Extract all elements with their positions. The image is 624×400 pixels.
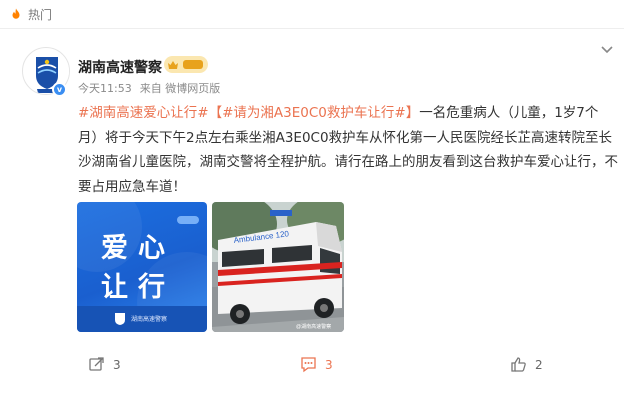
fire-icon bbox=[12, 8, 20, 19]
topic-tag[interactable]: 【#请为湘A3E0C0救护车让行#】 bbox=[209, 105, 420, 121]
verified-badge-icon: v bbox=[52, 82, 67, 97]
post-image-poster[interactable]: 爱心 让行 湖南高速警察 bbox=[77, 202, 207, 332]
post-image-ambulance[interactable]: Ambulance 120 @湖南高速警察 bbox=[212, 202, 344, 332]
post-meta: 今天11:53 来自 微博网页版 bbox=[78, 80, 220, 96]
poster-footer: 湖南高速警察 bbox=[77, 306, 207, 332]
poster-decoration bbox=[177, 216, 199, 224]
topic-tag[interactable]: #湖南高速爱心让行# bbox=[78, 105, 209, 121]
member-level-bar bbox=[183, 60, 203, 69]
hot-bar: 热门 bbox=[0, 0, 624, 29]
police-emblem-icon bbox=[115, 313, 125, 325]
user-name[interactable]: 湖南高速警察 bbox=[78, 57, 162, 77]
comment-button[interactable]: 3 bbox=[300, 356, 333, 373]
action-bar: 3 3 2 bbox=[0, 356, 624, 380]
repost-button[interactable]: 3 bbox=[88, 356, 121, 373]
poster-caption: 湖南高速警察 bbox=[131, 316, 168, 323]
post-time[interactable]: 今天11:53 bbox=[78, 80, 132, 96]
post-text: #湖南高速爱心让行#【#请为湘A3E0C0救护车让行#】一名危重病人（儿童，1岁… bbox=[78, 101, 618, 199]
like-button[interactable]: 2 bbox=[510, 356, 543, 373]
crown-icon bbox=[168, 60, 178, 69]
poster-line2: 让行 bbox=[101, 272, 175, 303]
ambulance-photo: Ambulance 120 @湖南高速警察 bbox=[212, 202, 344, 332]
image-watermark: @湖南高速警察 bbox=[296, 323, 331, 330]
comment-icon bbox=[301, 357, 316, 373]
like-count: 2 bbox=[535, 357, 543, 372]
hot-label: 热门 bbox=[28, 7, 53, 22]
chevron-down-icon[interactable] bbox=[600, 45, 614, 55]
repost-count: 3 bbox=[113, 357, 121, 372]
comment-count: 3 bbox=[325, 357, 333, 372]
thumbs-up-icon bbox=[511, 357, 526, 372]
repost-icon bbox=[89, 357, 104, 371]
poster-line1: 爱心 bbox=[101, 233, 175, 264]
member-badge[interactable] bbox=[164, 56, 208, 73]
post-source: 来自 微博网页版 bbox=[139, 82, 221, 95]
